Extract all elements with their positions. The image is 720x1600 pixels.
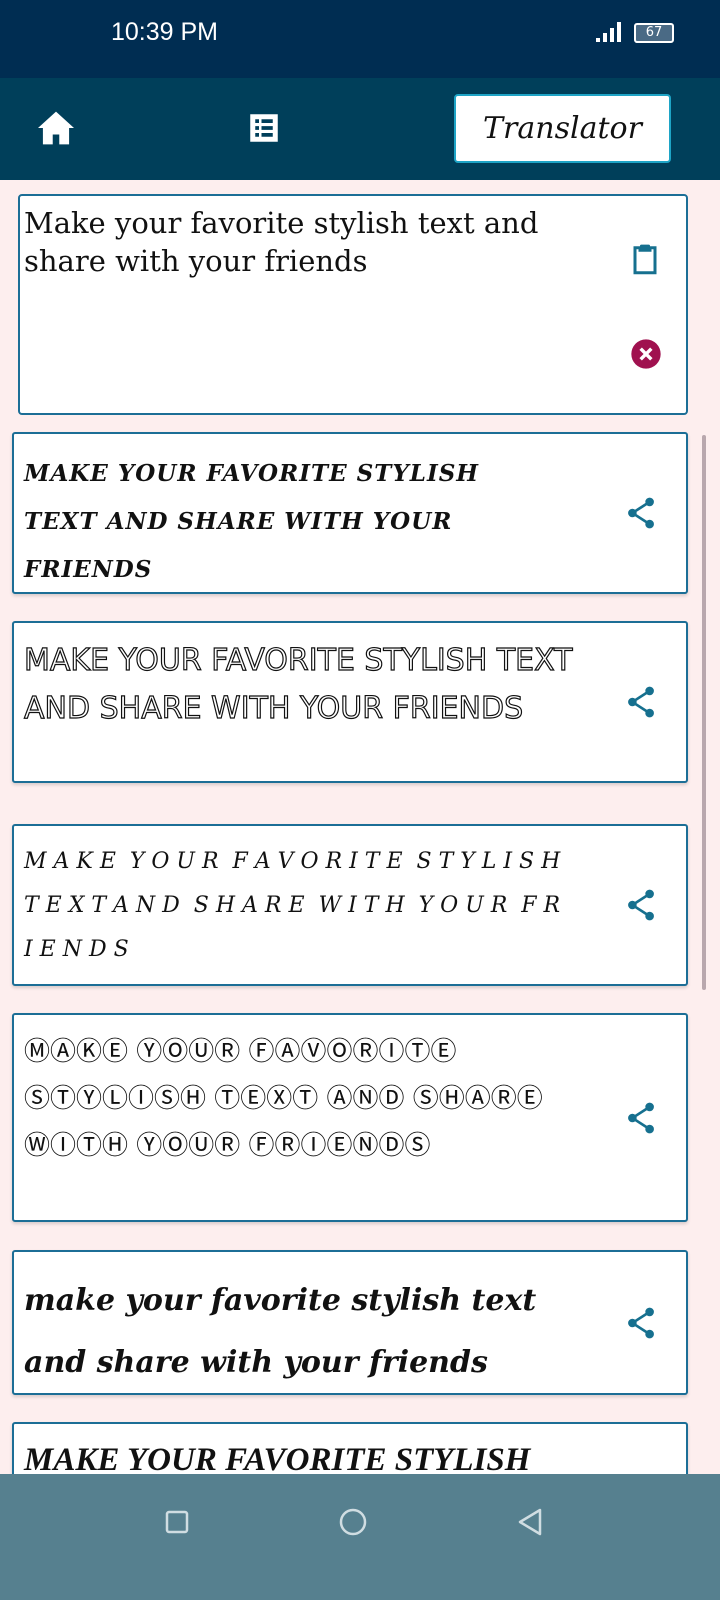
home-icon[interactable] (36, 110, 76, 146)
clear-icon[interactable] (630, 338, 662, 370)
share-icon[interactable] (626, 1307, 656, 1339)
share-icon[interactable] (626, 1102, 656, 1134)
styled-text: MAKE YOUR FAVORITE STYLISH TEXT AND SHAR… (23, 642, 573, 726)
styled-text: MAKE YOUR FAVORITE STYLISH TEXT AND SHAR… (24, 460, 480, 583)
style-card-outline[interactable]: MAKE YOUR FAVORITE STYLISH TEXT AND SHAR… (12, 621, 688, 783)
styled-text: M A K E Y O U R F A V O R I T E S T Y L … (24, 849, 575, 962)
signal-icon (596, 22, 621, 42)
list-icon[interactable] (249, 113, 279, 143)
style-card-script[interactable]: MAKE YOUR FAVORITE STYLISH TEXT AND SHAR… (12, 432, 688, 594)
style-card-spaced-script[interactable]: M A K E Y O U R F A V O R I T E S T Y L … (12, 824, 688, 986)
share-icon[interactable] (626, 497, 656, 529)
status-bar: 10:39 PM 67 (0, 0, 720, 78)
style-card-circled[interactable]: ⓂⒶⓀⒺ ⓎⓄⓊⓇ ⒻⒶⓋⓄⓇⒾⓉⒺ ⓈⓉⓎⓁⒾⓈⒽ ⓉⒺⓍⓉ ⒶⓃⒹ ⓈⒽⒶⓇ… (12, 1013, 688, 1222)
back-icon[interactable] (516, 1508, 544, 1536)
style-card-cursive[interactable]: make your favorite stylish text and shar… (12, 1250, 688, 1395)
text-input[interactable] (24, 204, 614, 404)
text-input-box (18, 194, 688, 415)
translator-button[interactable]: Translator (454, 94, 671, 163)
scrollbar[interactable] (702, 435, 706, 990)
share-icon[interactable] (626, 889, 656, 921)
share-icon[interactable] (626, 686, 656, 718)
clipboard-icon[interactable] (630, 242, 660, 276)
system-nav-bar (0, 1474, 720, 1600)
battery-icon: 67 (634, 23, 674, 43)
status-time: 10:39 PM (111, 18, 219, 46)
recents-icon[interactable] (165, 1510, 189, 1534)
styled-text: ⓂⒶⓀⒺ ⓎⓄⓊⓇ ⒻⒶⓋⓄⓇⒾⓉⒺ ⓈⓉⓎⓁⒾⓈⒽ ⓉⒺⓍⓉ ⒶⓃⒹ ⓈⒽⒶⓇ… (24, 1037, 543, 1161)
home-nav-icon[interactable] (339, 1508, 367, 1536)
styled-text: make your favorite stylish text and shar… (24, 1283, 537, 1380)
